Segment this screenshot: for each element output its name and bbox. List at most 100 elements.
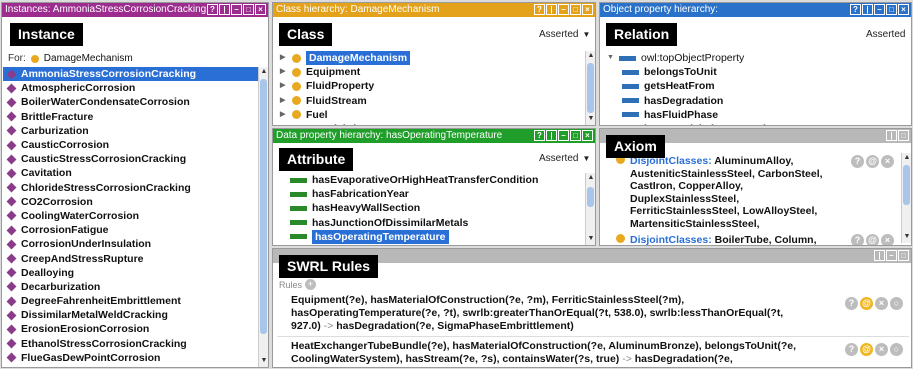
class-scrollbar[interactable]: ▲ ▼ — [585, 51, 595, 125]
expand-down-icon[interactable]: ▼ — [607, 51, 619, 65]
relation-item[interactable]: belongsToUnit — [604, 65, 899, 79]
add-rule-icon[interactable]: + — [305, 279, 317, 290]
edit-icon[interactable]: ○ — [890, 297, 903, 310]
instance-item[interactable]: Decarburization — [3, 280, 258, 294]
attribute-item[interactable]: hasJunctionOfDissimilarMetals — [287, 216, 582, 230]
split-icon[interactable]: | — [546, 130, 557, 141]
instance-item[interactable]: Dealloying — [3, 266, 258, 280]
scroll-thumb[interactable] — [903, 165, 910, 205]
instance-item[interactable]: DegreeFahrenheitEmbrittlement — [3, 294, 258, 308]
minimize-icon[interactable]: – — [874, 4, 885, 15]
attribute-item[interactable]: hasHeavyWallSection — [287, 201, 582, 215]
explain-icon[interactable]: ? — [845, 297, 858, 310]
relation-item[interactable]: hasFluidPhase — [604, 108, 899, 122]
instance-item[interactable]: CreepAndStressRupture — [3, 251, 258, 265]
attribute-asserted-dropdown[interactable]: Asserted ▼ — [539, 153, 590, 164]
instance-item[interactable]: ErosionErosionCorrosion — [3, 322, 258, 336]
maximize-icon[interactable]: □ — [570, 130, 581, 141]
split-icon[interactable]: | — [219, 4, 230, 15]
expand-right-icon[interactable]: ▶ — [280, 51, 292, 65]
class-asserted-dropdown[interactable]: Asserted ▼ — [539, 29, 590, 40]
scroll-thumb[interactable] — [260, 79, 267, 334]
help-icon[interactable]: ? — [207, 4, 218, 15]
attribute-item[interactable]: hasEvaporativeOrHighHeatTransferConditio… — [287, 173, 582, 187]
expand-right-icon[interactable]: ▶ — [280, 65, 292, 79]
help-icon[interactable]: ? — [534, 4, 545, 15]
scroll-up-icon[interactable]: ▲ — [259, 68, 268, 77]
class-item[interactable]: ▶ DamageMechanism — [277, 51, 577, 66]
scroll-down-icon[interactable]: ▼ — [586, 115, 595, 124]
annotate-icon[interactable]: @ — [860, 297, 873, 310]
instance-item[interactable]: BrittleFracture — [3, 110, 258, 124]
help-icon[interactable]: ? — [850, 4, 861, 15]
instance-item[interactable]: Carburization — [3, 124, 258, 138]
instance-item[interactable]: Cavitation — [3, 166, 258, 180]
instance-item[interactable]: CoolingWaterCorrosion — [3, 209, 258, 223]
scroll-up-icon[interactable]: ▲ — [902, 154, 911, 163]
class-item[interactable]: ▶ FluidStream — [277, 94, 577, 108]
instance-item[interactable]: DissimilarMetalWeldCracking — [3, 308, 258, 322]
explain-icon[interactable]: ? — [845, 343, 858, 356]
delete-icon[interactable]: × — [881, 234, 894, 245]
instance-item[interactable]: BoilerWaterCondensateCorrosion — [3, 95, 258, 109]
help-icon[interactable]: ? — [534, 130, 545, 141]
scroll-thumb[interactable] — [587, 63, 594, 113]
instance-item[interactable]: CO2Corrosion — [3, 195, 258, 209]
split-icon[interactable]: | — [886, 130, 897, 141]
delete-icon[interactable]: × — [881, 155, 894, 168]
expand-right-icon[interactable]: ▶ — [280, 94, 292, 108]
explain-icon[interactable]: ? — [851, 155, 864, 168]
scroll-down-icon[interactable]: ▼ — [902, 233, 911, 242]
close-icon[interactable]: × — [255, 4, 266, 15]
instance-item[interactable]: CorrosionFatigue — [3, 223, 258, 237]
axiom-scrollbar[interactable]: ▲ ▼ — [901, 153, 911, 243]
split-icon[interactable]: | — [546, 4, 557, 15]
class-item[interactable]: ▶ Equipment — [277, 65, 577, 79]
annotate-icon[interactable]: @ — [866, 155, 879, 168]
minimize-icon[interactable]: – — [231, 4, 242, 15]
explain-icon[interactable]: ? — [851, 234, 864, 245]
annotate-icon[interactable]: @ — [860, 343, 873, 356]
close-icon[interactable]: × — [582, 130, 593, 141]
instance-item[interactable]: Atmospheric­Corrosion — [3, 81, 258, 95]
maximize-icon[interactable]: □ — [898, 130, 909, 141]
relation-item[interactable]: getsHeatFrom — [604, 79, 899, 93]
instance-item[interactable]: FlueGasDewPointCorrosion — [3, 351, 258, 365]
relation-root[interactable]: ▼ owl:topObjectProperty — [604, 51, 899, 65]
instance-item[interactable]: EthanolStressCorrosionCracking — [3, 337, 258, 351]
class-item[interactable]: ▶ Fuel — [277, 108, 577, 122]
attribute-scrollbar[interactable]: ▲ ▼ — [585, 173, 595, 245]
expand-right-icon[interactable]: ▶ — [280, 108, 292, 122]
scroll-up-icon[interactable]: ▲ — [586, 52, 595, 61]
annotate-icon[interactable]: @ — [866, 234, 879, 245]
minimize-icon[interactable]: – — [886, 250, 897, 261]
maximize-icon[interactable]: □ — [570, 4, 581, 15]
split-icon[interactable]: | — [862, 4, 873, 15]
close-icon[interactable]: × — [582, 4, 593, 15]
instance-scrollbar[interactable]: ▲ ▼ — [258, 67, 268, 367]
relation-item[interactable]: hasMaterialOfConstruction — [604, 122, 899, 125]
minimize-icon[interactable]: – — [558, 130, 569, 141]
scroll-thumb[interactable] — [587, 187, 594, 207]
close-icon[interactable]: × — [898, 4, 909, 15]
expand-right-icon[interactable]: ▶ — [280, 79, 292, 93]
maximize-icon[interactable]: □ — [886, 4, 897, 15]
instance-item[interactable]: CorrosionUnderInsulation — [3, 237, 258, 251]
minimize-icon[interactable]: – — [558, 4, 569, 15]
split-icon[interactable]: | — [874, 250, 885, 261]
expand-right-icon[interactable]: ▶ — [280, 122, 292, 125]
instance-item[interactable]: CausticCorrosion — [3, 138, 258, 152]
maximize-icon[interactable]: □ — [243, 4, 254, 15]
class-item[interactable]: ▶ FluidProperty — [277, 79, 577, 93]
attribute-item[interactable]: hasRefractoryLining — [287, 244, 582, 245]
attribute-item[interactable]: hasOperatingTemperature — [287, 229, 582, 244]
maximize-icon[interactable]: □ — [898, 250, 909, 261]
scroll-down-icon[interactable]: ▼ — [259, 357, 268, 366]
delete-icon[interactable]: × — [875, 297, 888, 310]
scroll-up-icon[interactable]: ▲ — [586, 174, 595, 183]
instance-item[interactable]: ChlorideStressCorrosionCracking — [3, 181, 258, 195]
edit-icon[interactable]: ○ — [890, 343, 903, 356]
delete-icon[interactable]: × — [875, 343, 888, 356]
instance-item[interactable]: CausticStressCorrosionCracking — [3, 152, 258, 166]
attribute-item[interactable]: hasFabricationYear — [287, 187, 582, 201]
